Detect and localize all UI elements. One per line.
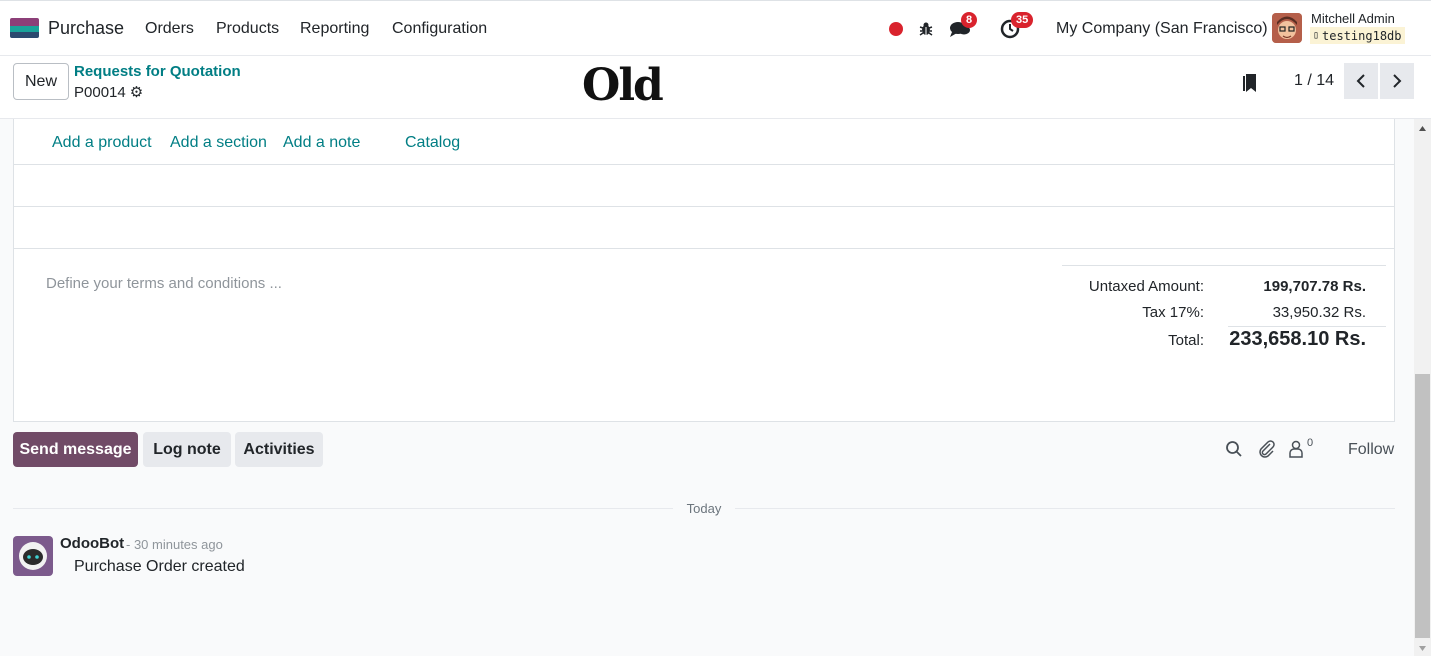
breadcrumb[interactable]: Requests for Quotation	[74, 63, 241, 80]
activities-badge: 35	[1011, 12, 1034, 28]
menu-products[interactable]: Products	[216, 20, 279, 38]
menu-reporting[interactable]: Reporting	[300, 20, 369, 38]
catalog-link[interactable]: Catalog	[405, 134, 460, 152]
bug-icon[interactable]	[914, 17, 938, 41]
message-author[interactable]: OdooBot	[60, 535, 124, 552]
form-sheet: Add a product Add a section Add a note C…	[13, 119, 1395, 422]
log-note-button[interactable]: Log note	[143, 432, 231, 467]
user-name[interactable]: Mitchell Admin	[1311, 11, 1395, 26]
app-name[interactable]: Purchase	[48, 18, 124, 39]
scrollbar-thumb[interactable]	[1415, 374, 1430, 638]
menu-orders[interactable]: Orders	[145, 20, 194, 38]
bookmark-icon[interactable]	[1242, 72, 1260, 99]
scroll-up-arrow-icon[interactable]	[1418, 124, 1427, 133]
followers-icon[interactable]	[1288, 440, 1304, 463]
messages-badge: 8	[961, 12, 978, 28]
untaxed-amount-label: Untaxed Amount:	[1088, 278, 1204, 295]
terms-and-conditions-field[interactable]: Define your terms and conditions ...	[46, 275, 282, 292]
watermark-logo: Old	[582, 60, 664, 111]
followers-count: 0	[1307, 437, 1314, 449]
database-name: testing18db	[1322, 28, 1402, 43]
activities-clock-icon[interactable]: 35	[998, 12, 1034, 41]
follow-button[interactable]: Follow	[1348, 441, 1394, 459]
add-note-link[interactable]: Add a note	[283, 134, 360, 152]
activities-button[interactable]: Activities	[235, 432, 323, 467]
messages-icon[interactable]: 8	[948, 12, 978, 41]
add-section-link[interactable]: Add a section	[170, 134, 267, 152]
gear-icon[interactable]: ⚙	[130, 83, 143, 101]
control-panel: New Requests for Quotation P00014 ⚙ Old …	[0, 56, 1431, 119]
pager-value[interactable]: 1 / 14	[1294, 72, 1334, 90]
message-body: Purchase Order created	[74, 558, 245, 575]
order-lines-add-row: Add a product Add a section Add a note C…	[14, 119, 1394, 165]
date-separator-label: Today	[673, 501, 735, 516]
record-name: P00014	[74, 83, 126, 101]
untaxed-amount-value: 199,707.78 Rs.	[1263, 278, 1366, 295]
message-time: - 30 minutes ago	[126, 537, 223, 552]
purchase-app-icon[interactable]	[10, 18, 39, 38]
total-value: 233,658.10 Rs.	[1229, 328, 1366, 350]
menu-configuration[interactable]: Configuration	[392, 20, 487, 38]
send-message-button[interactable]: Send message	[13, 432, 138, 467]
pager-previous-button[interactable]	[1344, 63, 1378, 99]
totals-summary: Untaxed Amount: 199,707.78 Rs. Tax 17%: …	[1062, 265, 1386, 350]
top-navbar: Purchase Orders Products Reporting Confi…	[0, 0, 1431, 56]
company-switcher[interactable]: My Company (San Francisco)	[1056, 20, 1268, 38]
tax-label: Tax 17%:	[1142, 304, 1204, 321]
pager-next-button[interactable]	[1380, 63, 1414, 99]
odoobot-avatar[interactable]	[13, 536, 53, 576]
record-title: P00014 ⚙	[74, 83, 143, 102]
user-avatar[interactable]	[1272, 13, 1302, 43]
empty-line-row	[14, 165, 1394, 207]
chevron-right-icon	[1393, 74, 1402, 88]
paperclip-icon[interactable]	[1258, 440, 1276, 463]
database-chip: ▯ testing18db	[1310, 27, 1405, 44]
empty-line-row	[14, 207, 1394, 249]
database-icon: ▯	[1313, 30, 1320, 41]
total-label: Total:	[1168, 332, 1204, 349]
scroll-down-arrow-icon[interactable]	[1418, 644, 1427, 653]
totals-divider	[1228, 326, 1386, 327]
search-icon[interactable]	[1225, 440, 1243, 463]
record-icon[interactable]	[884, 17, 908, 41]
tax-value: 33,950.32 Rs.	[1272, 304, 1366, 321]
new-button[interactable]: New	[13, 63, 69, 100]
add-product-link[interactable]: Add a product	[52, 134, 152, 152]
chevron-left-icon	[1356, 74, 1365, 88]
